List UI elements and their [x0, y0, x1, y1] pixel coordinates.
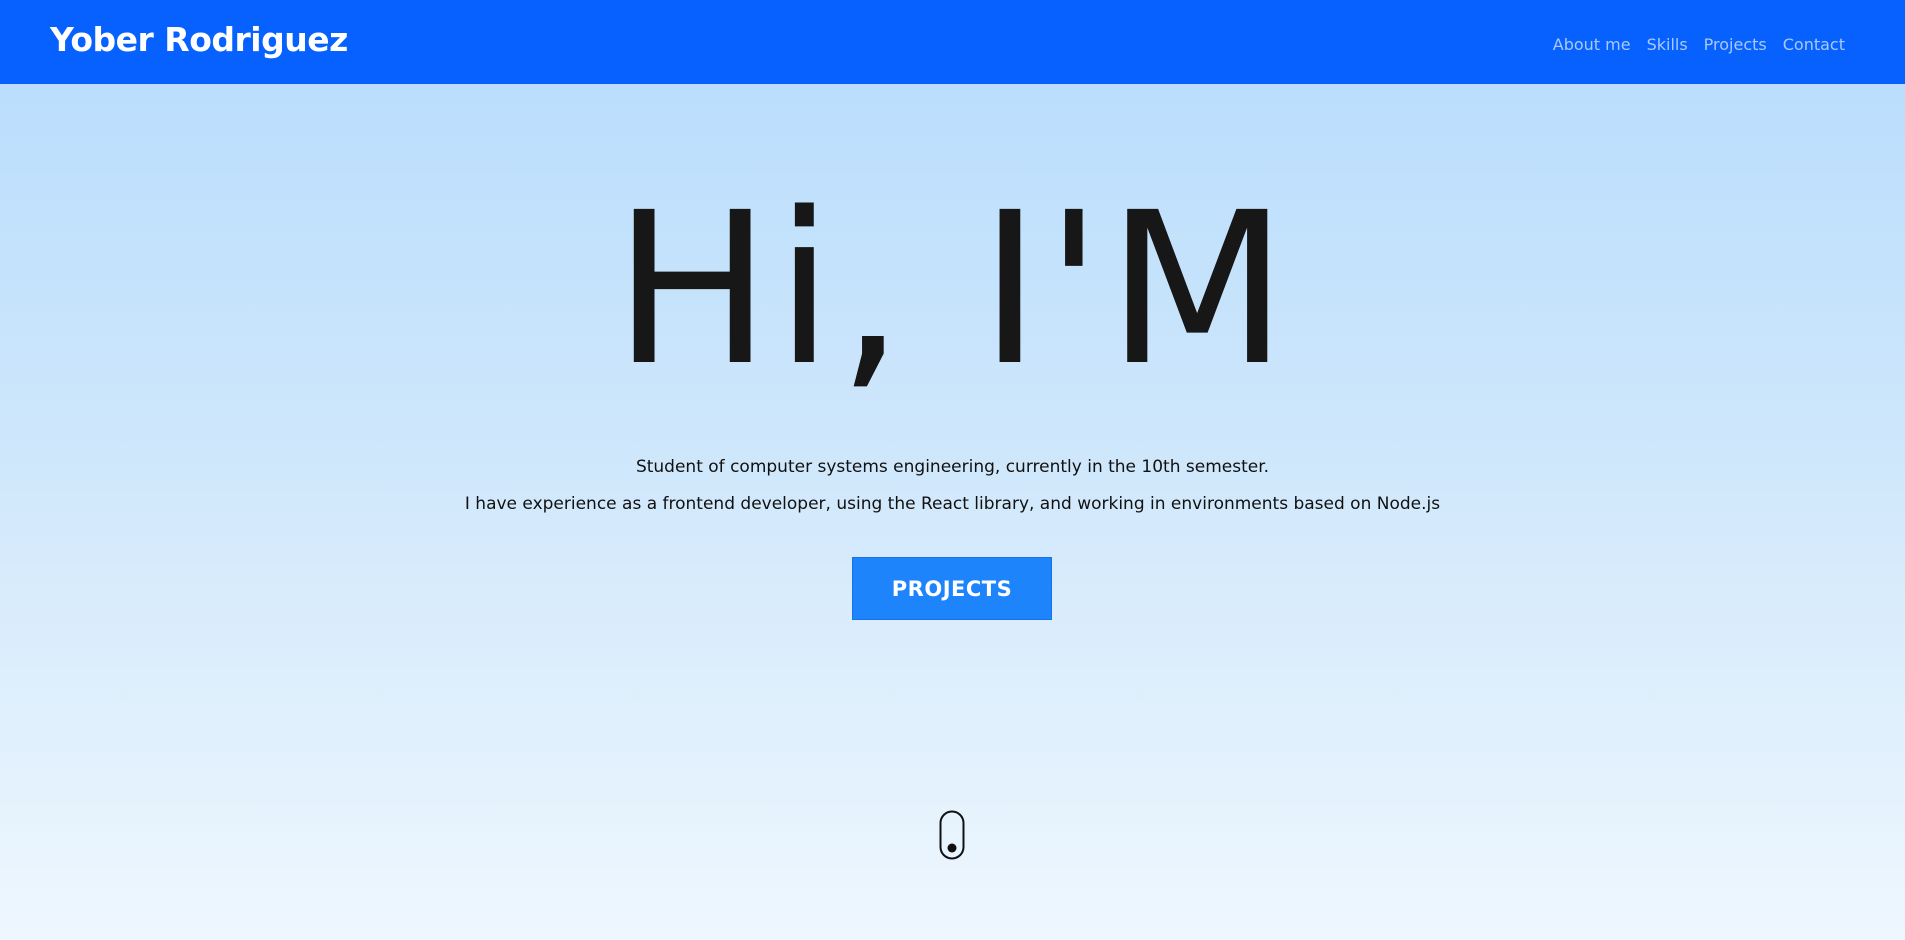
mouse-scroll-icon[interactable] — [939, 810, 965, 860]
projects-button[interactable]: PROJECTS — [852, 557, 1052, 620]
nav-link-contact[interactable]: Contact — [1783, 35, 1845, 54]
hero-description-line2: I have experience as a frontend develope… — [464, 494, 1441, 514]
hero-description-line1: Student of computer systems engineering,… — [635, 457, 1270, 477]
nav-link-skills[interactable]: Skills — [1647, 35, 1688, 54]
brand-logo[interactable]: Yober Rodriguez — [50, 20, 348, 59]
hero-title: Hi, I'M — [613, 167, 1292, 412]
navbar: Yober Rodriguez About me Skills Projects… — [0, 0, 1905, 84]
nav-link-about-me[interactable]: About me — [1553, 35, 1631, 54]
nav-links: About me Skills Projects Contact — [1553, 35, 1845, 54]
nav-link-projects[interactable]: Projects — [1704, 35, 1767, 54]
